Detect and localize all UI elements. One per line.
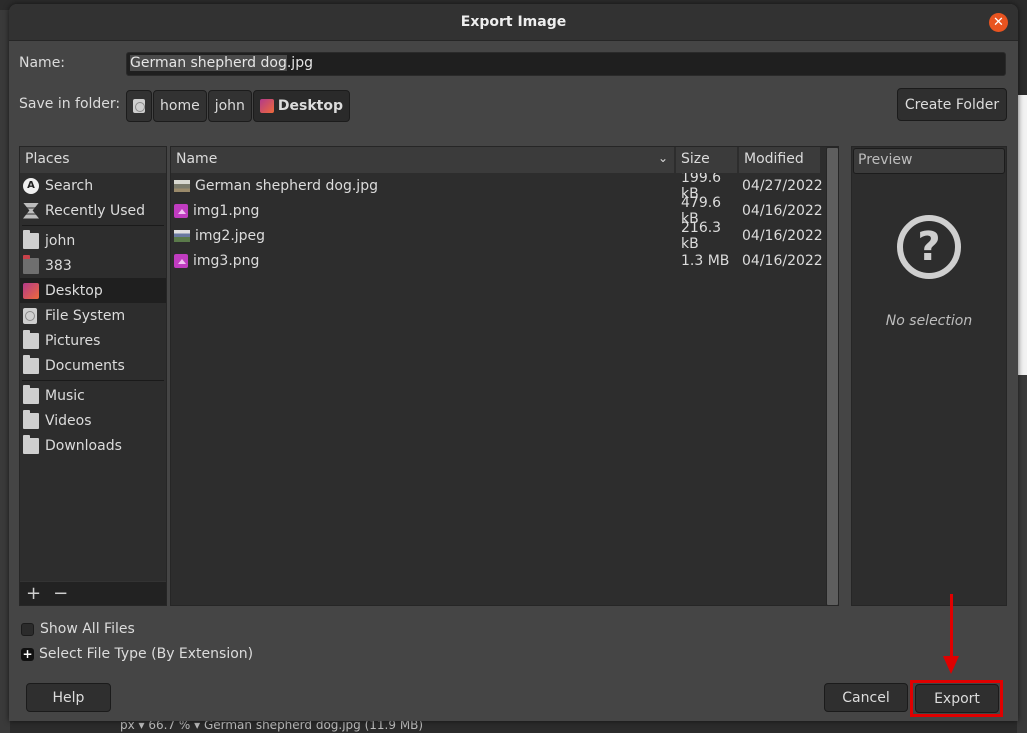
sidebar-item-recently-used[interactable]: Recently Used <box>20 198 166 223</box>
file-modified: 04/16/2022 <box>742 227 823 244</box>
folder-icon <box>23 329 39 349</box>
breadcrumb-john[interactable]: john <box>207 90 252 122</box>
annotation-arrow <box>950 594 953 659</box>
folder-icon <box>23 434 39 454</box>
file-modified: 04/16/2022 <box>742 252 823 269</box>
places-sidebar: Places A Search Recently Used john 383 De… <box>19 146 167 606</box>
show-all-files-checkbox[interactable]: Show All Files <box>21 621 135 637</box>
cancel-button[interactable]: Cancel <box>824 683 908 712</box>
sidebar-item-label: 383 <box>45 257 72 274</box>
create-folder-button[interactable]: Create Folder <box>897 88 1007 121</box>
search-icon: A <box>23 177 39 194</box>
close-icon: ✕ <box>993 15 1004 30</box>
sidebar-item-search[interactable]: A Search <box>20 173 166 198</box>
breadcrumb-home[interactable]: home <box>153 90 207 122</box>
sidebar-item-documents[interactable]: Documents <box>20 353 166 378</box>
column-header-modified[interactable]: Modified <box>739 147 820 173</box>
checkbox-box <box>21 622 34 636</box>
folder-icon <box>23 254 39 274</box>
preview-header: Preview <box>853 148 1005 174</box>
background-canvas <box>1017 95 1027 375</box>
show-all-files-label: Show All Files <box>40 621 135 637</box>
sidebar-item-pictures[interactable]: Pictures <box>20 328 166 353</box>
file-name: img2.jpeg <box>195 227 266 244</box>
question-mark-icon: ? <box>897 215 961 279</box>
places-footer: + − <box>20 581 166 605</box>
sidebar-item-label: Desktop <box>45 282 103 299</box>
breadcrumb-desktop[interactable]: Desktop <box>252 90 350 122</box>
name-label: Name: <box>19 55 66 71</box>
help-button[interactable]: Help <box>26 683 111 712</box>
file-list-scrollbar[interactable] <box>826 147 839 606</box>
sidebar-item-label: File System <box>45 307 126 324</box>
dialog-title: Export Image <box>460 14 567 30</box>
image-file-icon <box>174 253 188 268</box>
sidebar-item-downloads[interactable]: Downloads <box>20 433 166 458</box>
recent-icon <box>23 202 39 219</box>
add-bookmark-button[interactable]: + <box>26 583 41 604</box>
divider <box>22 380 164 381</box>
sidebar-item-john[interactable]: john <box>20 228 166 253</box>
file-name: img3.png <box>193 252 260 269</box>
desktop-icon <box>259 99 274 113</box>
photo-thumbnail-icon <box>174 179 190 192</box>
preview-panel: Preview ? No selection <box>851 146 1007 606</box>
breadcrumb: home john Desktop <box>126 90 351 122</box>
filename-selected-text: German shepherd dog <box>130 55 287 71</box>
save-in-folder-label: Save in folder: <box>19 96 121 112</box>
sidebar-item-label: Documents <box>45 357 125 374</box>
places-header: Places <box>20 147 166 173</box>
select-file-type-label: Select File Type (By Extension) <box>39 646 254 662</box>
sidebar-item-label: Music <box>45 387 85 404</box>
sidebar-item-label: Videos <box>45 412 92 429</box>
expand-plus-icon: + <box>21 646 34 661</box>
sidebar-item-label: Pictures <box>45 332 101 349</box>
close-button[interactable]: ✕ <box>989 13 1008 32</box>
folder-icon <box>23 384 39 404</box>
background-panel <box>1017 375 1027 733</box>
folder-icon <box>23 409 39 429</box>
file-size: 1.3 MB <box>681 252 730 269</box>
sidebar-item-383[interactable]: 383 <box>20 253 166 278</box>
sidebar-item-music[interactable]: Music <box>20 383 166 408</box>
dialog-titlebar: Export Image ✕ <box>9 4 1018 41</box>
file-name: img1.png <box>193 202 260 219</box>
folder-icon <box>23 229 39 249</box>
export-image-dialog: Export Image ✕ Name: German shepherd dog… <box>9 4 1018 721</box>
annotation-arrow-head <box>943 656 959 674</box>
file-size: 216.3 kB <box>681 219 722 252</box>
column-header-size[interactable]: Size <box>676 147 737 173</box>
file-modified: 04/16/2022 <box>742 202 823 219</box>
annotation-highlight-box <box>910 680 1003 717</box>
folder-icon <box>23 354 39 374</box>
disk-icon <box>133 99 145 113</box>
chevron-down-icon: ⌄ <box>657 151 668 165</box>
filename-input[interactable]: German shepherd dog.jpg <box>126 52 1006 76</box>
remove-bookmark-button[interactable]: − <box>53 583 68 604</box>
sidebar-item-videos[interactable]: Videos <box>20 408 166 433</box>
file-row[interactable]: img2.jpeg 216.3 kB 04/16/2022 <box>171 220 838 252</box>
desktop-icon <box>23 282 39 299</box>
file-name: German shepherd dog.jpg <box>195 177 378 194</box>
sidebar-item-label: Search <box>45 177 94 194</box>
disk-icon <box>23 307 37 324</box>
breadcrumb-desktop-label: Desktop <box>277 98 343 114</box>
filename-extension-text: .jpg <box>286 55 313 71</box>
sidebar-item-label: john <box>45 232 76 249</box>
sidebar-item-file-system[interactable]: File System <box>20 303 166 328</box>
column-header-label: Name <box>176 151 218 167</box>
photo-thumbnail-icon <box>174 229 190 242</box>
no-selection-text: No selection <box>885 313 973 329</box>
file-row[interactable]: img3.png 1.3 MB 04/16/2022 <box>171 248 838 273</box>
column-header-name[interactable]: Name ⌄ <box>171 147 674 173</box>
sidebar-item-label: Recently Used <box>45 202 146 219</box>
file-list: Name ⌄ Size Modified German shepherd dog.… <box>170 146 839 606</box>
divider <box>22 225 164 226</box>
sidebar-item-label: Downloads <box>45 437 122 454</box>
sidebar-item-desktop[interactable]: Desktop <box>20 278 166 303</box>
select-file-type-expander[interactable]: + Select File Type (By Extension) <box>21 646 253 662</box>
file-modified: 04/27/2022 <box>742 177 823 194</box>
breadcrumb-root[interactable] <box>126 90 152 122</box>
image-file-icon <box>174 203 188 218</box>
